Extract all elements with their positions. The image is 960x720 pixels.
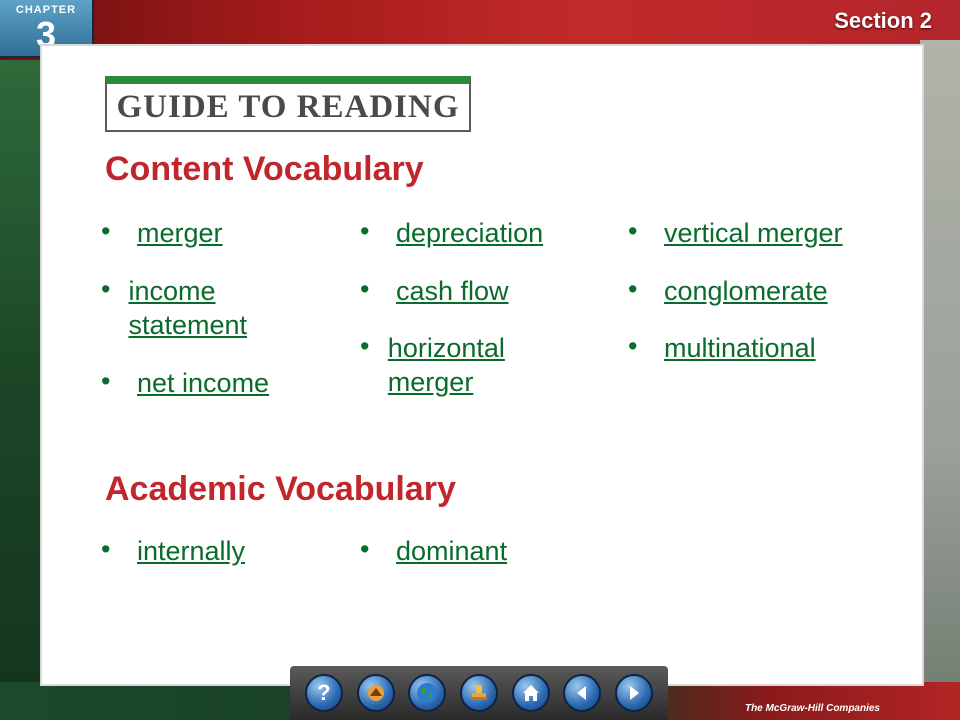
section-label: Section 2 bbox=[834, 8, 932, 33]
navigation-bar: ? bbox=[290, 666, 668, 720]
term-link[interactable]: • merger bbox=[101, 216, 223, 250]
term-link[interactable]: • dominant bbox=[360, 534, 507, 568]
guide-title: GUIDE TO READING bbox=[116, 88, 460, 125]
term-link[interactable]: • cash flow bbox=[360, 274, 509, 308]
publisher-logo: The McGraw-Hill Companies bbox=[744, 703, 880, 714]
content-panel: GUIDE TO READING Content Vocabulary • mer… bbox=[40, 44, 924, 686]
forward-icon[interactable] bbox=[615, 674, 654, 712]
back-icon[interactable] bbox=[563, 674, 602, 712]
academic-vocabulary-heading: Academic Vocabulary bbox=[105, 470, 456, 508]
term-link[interactable]: • conglomerate bbox=[628, 274, 828, 308]
term-link[interactable]: • multinational bbox=[628, 331, 816, 365]
term-link[interactable]: • horizontal merger bbox=[360, 331, 550, 399]
term-link[interactable]: • internally bbox=[101, 534, 245, 568]
guide-title-box: GUIDE TO READING bbox=[105, 76, 471, 132]
term-link[interactable]: • vertical merger bbox=[628, 216, 843, 250]
term-link[interactable]: • depreciation bbox=[360, 216, 543, 250]
left-banner bbox=[0, 60, 40, 720]
help-icon[interactable]: ? bbox=[304, 674, 343, 712]
term-link[interactable]: • net income bbox=[101, 366, 269, 400]
stamp-icon[interactable] bbox=[459, 674, 498, 712]
content-vocabulary-heading: Content Vocabulary bbox=[105, 150, 424, 188]
globe-icon[interactable] bbox=[408, 674, 447, 712]
term-link[interactable]: • income statement bbox=[101, 274, 291, 342]
resources-icon[interactable] bbox=[356, 674, 395, 712]
home-icon[interactable] bbox=[511, 674, 550, 712]
right-banner bbox=[920, 40, 960, 720]
